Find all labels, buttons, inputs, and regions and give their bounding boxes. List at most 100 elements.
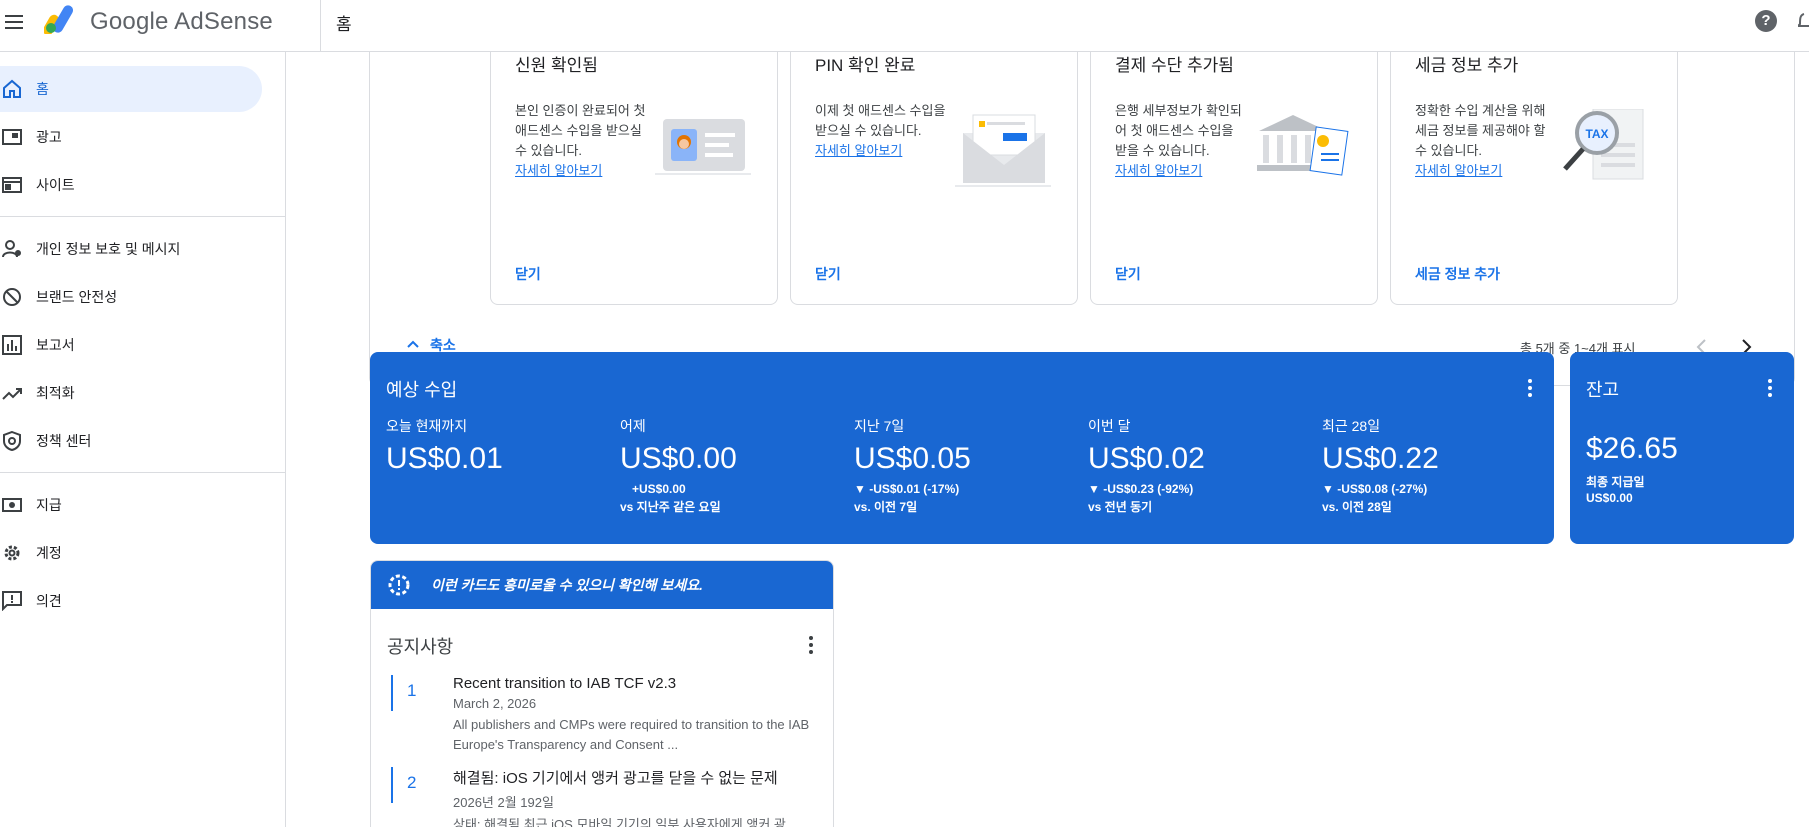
balance-value: $26.65 bbox=[1586, 432, 1678, 465]
sidebar-item-feedback[interactable]: 의견 bbox=[0, 578, 262, 624]
dismiss-button[interactable]: 닫기 bbox=[503, 262, 553, 286]
sidebar-item-label: 보고서 bbox=[36, 337, 75, 353]
suggestion-banner: 이런 카드도 흥미로울 수 있으니 확인해 보세요. bbox=[371, 561, 833, 609]
ads-icon bbox=[0, 125, 24, 149]
sidebar: 홈 광고 사이트 개인 정보 보호 및 메시지 브랜드 안전성 보고서 최적화 … bbox=[0, 52, 286, 827]
promo-card-title: 신원 확인됨 bbox=[515, 56, 598, 75]
promo-card-description: 이제 첫 애드센스 수입을 받으실 수 있습니다. bbox=[815, 103, 946, 138]
reports-icon bbox=[0, 333, 24, 357]
learn-more-link[interactable]: 자세히 알아보기 bbox=[1115, 161, 1247, 181]
page-title: 홈 bbox=[336, 15, 352, 34]
earnings-title: 예상 수입 bbox=[386, 380, 458, 400]
promo-card: PIN 확인 완료 이제 첫 애드센스 수입을 받으실 수 있습니다. 자세히 … bbox=[790, 52, 1078, 305]
sidebar-divider bbox=[0, 472, 286, 473]
metric-comparison: vs 지난주 같은 요일 bbox=[620, 500, 721, 514]
announcement-number: 1 bbox=[391, 675, 416, 711]
earnings-metric: 어제 US$0.00 +US$0.00 vs 지난주 같은 요일 bbox=[620, 416, 850, 515]
announcement-number: 2 bbox=[391, 767, 416, 803]
announcement-description: 상태: 해결됨 최근 iOS 모바일 기기의 일부 사용자에게 앵커 광 bbox=[453, 817, 786, 827]
metric-comparison: vs. 이전 7일 bbox=[854, 500, 918, 514]
sidebar-item-home[interactable]: 홈 bbox=[0, 66, 262, 112]
sidebar-item-sites[interactable]: 사이트 bbox=[0, 162, 262, 208]
sidebar-item-label: 사이트 bbox=[36, 177, 75, 193]
home-icon bbox=[0, 77, 24, 101]
help-icon[interactable]: ? bbox=[1755, 10, 1777, 32]
sidebar-item-label: 최적화 bbox=[36, 385, 75, 401]
announcements-title: 공지사항 bbox=[387, 637, 454, 657]
last-payment-label: 최종 지급일 bbox=[1586, 475, 1645, 489]
metric-label: 이번 달 bbox=[1088, 418, 1131, 434]
main-menu-button[interactable] bbox=[2, 10, 26, 34]
promo-card-description: 은행 세부정보가 확인되어 첫 애드센스 수입을 받을 수 있습니다. bbox=[1115, 103, 1242, 158]
dismiss-button[interactable]: 닫기 bbox=[1103, 262, 1153, 286]
app-name: Google AdSense bbox=[90, 8, 273, 35]
metric-value: US$0.22 bbox=[1322, 442, 1439, 475]
tax-label: TAX bbox=[1585, 127, 1608, 141]
earnings-metric: 최근 28일 US$0.22 ▼ -US$0.08 (-27%) vs. 이전 … bbox=[1322, 416, 1552, 515]
metric-delta: +US$0.00 bbox=[632, 482, 686, 496]
announcement-title[interactable]: 해결됨: iOS 기기에서 앵커 광고를 닫을 수 없는 문제 bbox=[453, 767, 821, 788]
sites-icon bbox=[0, 173, 24, 197]
learn-more-link[interactable]: 자세히 알아보기 bbox=[515, 161, 647, 181]
sidebar-divider bbox=[0, 216, 286, 217]
sidebar-item-privacy[interactable]: 개인 정보 보호 및 메시지 bbox=[0, 226, 262, 272]
promo-card-text: 은행 세부정보가 확인되어 첫 애드센스 수입을 받을 수 있습니다. 자세히 … bbox=[1115, 101, 1247, 181]
notifications-icon[interactable] bbox=[1798, 10, 1809, 32]
sidebar-item-policy-center[interactable]: 정책 센터 bbox=[0, 418, 262, 464]
envelope-icon bbox=[955, 114, 1051, 187]
more-vert-icon[interactable] bbox=[1518, 376, 1542, 400]
promo-card-description: 정확한 수입 계산을 위해 세금 정보를 제공해야 할 수 있습니다. bbox=[1415, 103, 1546, 158]
learn-more-link[interactable]: 자세히 알아보기 bbox=[1415, 161, 1547, 181]
adsense-logo-icon bbox=[44, 5, 73, 34]
alert-gear-icon bbox=[388, 574, 410, 596]
promo-card-title: 결제 수단 추가됨 bbox=[1115, 56, 1234, 75]
metric-value: US$0.02 bbox=[1088, 442, 1205, 475]
banner-text: 이런 카드도 흥미로울 수 있으니 확인해 보세요. bbox=[431, 577, 703, 593]
promo-card-text: 이제 첫 애드센스 수입을 받으실 수 있습니다. 자세히 알아보기 bbox=[815, 101, 947, 161]
announcement-date: 2026년 2월 192일 bbox=[453, 795, 554, 810]
announcement-title[interactable]: Recent transition to IAB TCF v2.3 bbox=[453, 675, 821, 692]
dismiss-button[interactable]: 닫기 bbox=[803, 262, 853, 286]
last-payment-value: US$0.00 bbox=[1586, 491, 1633, 505]
metric-value: US$0.01 bbox=[386, 442, 503, 475]
promo-card-text: 정확한 수입 계산을 위해 세금 정보를 제공해야 할 수 있습니다. 자세히 … bbox=[1415, 101, 1547, 181]
promo-card-text: 본인 인증이 완료되어 첫 애드센스 수입을 받으실 수 있습니다. 자세히 알… bbox=[515, 101, 647, 181]
more-vert-icon[interactable] bbox=[1758, 376, 1782, 400]
sidebar-item-label: 홈 bbox=[36, 81, 49, 97]
promo-card-title: 세금 정보 추가 bbox=[1415, 56, 1519, 75]
metric-delta: ▼ -US$0.01 (-17%) bbox=[854, 482, 960, 496]
id-card-icon bbox=[655, 119, 751, 175]
balance-title: 잔고 bbox=[1586, 380, 1620, 400]
metric-delta: ▼ -US$0.23 (-92%) bbox=[1088, 482, 1194, 496]
sidebar-item-label: 개인 정보 보호 및 메시지 bbox=[36, 241, 181, 257]
promo-card: 세금 정보 추가 정확한 수입 계산을 위해 세금 정보를 제공해야 할 수 있… bbox=[1390, 52, 1678, 305]
header-divider bbox=[320, 0, 321, 52]
sidebar-item-brand-safety[interactable]: 브랜드 안전성 bbox=[0, 274, 262, 320]
sidebar-item-payments[interactable]: 지급 bbox=[0, 482, 262, 528]
metric-label: 어제 bbox=[620, 418, 646, 434]
top-app-bar: Google AdSense 홈 ? bbox=[0, 0, 1809, 52]
sidebar-item-optimization[interactable]: 최적화 bbox=[0, 370, 262, 416]
sidebar-item-account[interactable]: 계정 bbox=[0, 530, 262, 576]
earnings-metric: 이번 달 US$0.02 ▼ -US$0.23 (-92%) vs 전년 동기 bbox=[1088, 416, 1318, 515]
promo-card: 신원 확인됨 본인 인증이 완료되어 첫 애드센스 수입을 받으실 수 있습니다… bbox=[490, 52, 778, 305]
block-icon bbox=[0, 285, 24, 309]
sidebar-item-reports[interactable]: 보고서 bbox=[0, 322, 262, 368]
sidebar-item-label: 계정 bbox=[36, 545, 62, 561]
announcement-description: All publishers and CMPs were required to… bbox=[453, 717, 810, 752]
sidebar-item-label: 의견 bbox=[36, 593, 62, 609]
sidebar-item-ads[interactable]: 광고 bbox=[0, 114, 262, 160]
metric-delta: ▼ -US$0.08 (-27%) bbox=[1322, 482, 1428, 496]
announcements-card: 이런 카드도 흥미로울 수 있으니 확인해 보세요. 공지사항 1 Recent… bbox=[370, 560, 834, 827]
sidebar-item-label: 브랜드 안전성 bbox=[36, 289, 118, 305]
more-vert-icon[interactable] bbox=[799, 633, 823, 657]
estimated-earnings-card: 예상 수입 오늘 현재까지 US$0.01 어제 US$0.00 +US$0.0… bbox=[370, 352, 1554, 544]
add-tax-info-button[interactable]: 세금 정보 추가 bbox=[1403, 262, 1512, 286]
learn-more-link[interactable]: 자세히 알아보기 bbox=[815, 141, 947, 161]
sidebar-item-label: 지급 bbox=[36, 497, 62, 513]
promo-card-title: PIN 확인 완료 bbox=[815, 56, 916, 75]
sidebar-item-label: 정책 센터 bbox=[36, 433, 92, 449]
metric-label: 최근 28일 bbox=[1322, 418, 1381, 434]
earnings-metric: 오늘 현재까지 US$0.01 bbox=[386, 416, 616, 476]
bank-icon bbox=[1257, 115, 1349, 176]
